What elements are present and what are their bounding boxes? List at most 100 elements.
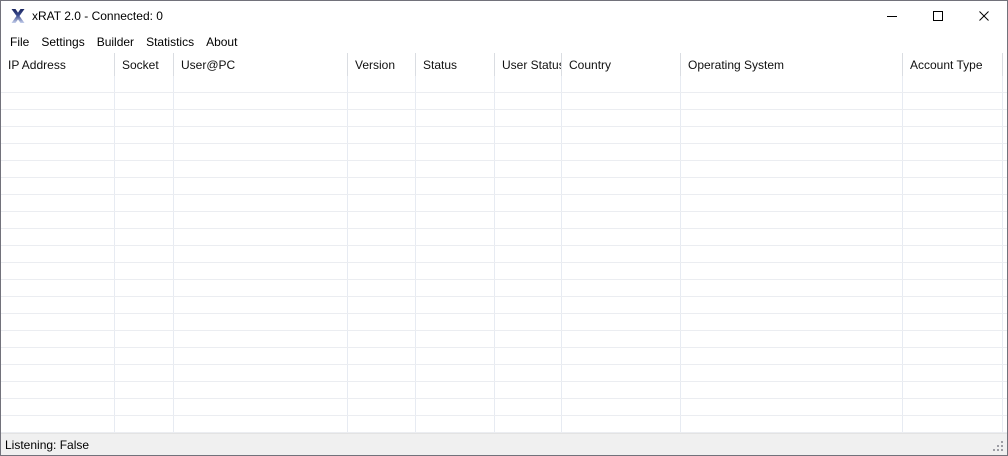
table-cell <box>562 161 681 177</box>
table-cell <box>1 382 115 398</box>
table-cell <box>1 246 115 262</box>
table-cell <box>903 399 1003 415</box>
column-header-country[interactable]: Country <box>562 53 681 76</box>
table-cell <box>562 348 681 364</box>
table-cell <box>562 263 681 279</box>
table-cell <box>174 416 348 432</box>
table-cell <box>174 229 348 245</box>
table-cell <box>903 297 1003 313</box>
x-logo-icon <box>10 8 26 24</box>
table-cell <box>1 144 115 160</box>
menu-item-builder[interactable]: Builder <box>91 31 140 53</box>
table-cell <box>348 246 416 262</box>
table-cell <box>416 382 495 398</box>
table-cell <box>416 399 495 415</box>
table-cell <box>115 365 174 381</box>
column-header-socket[interactable]: Socket <box>115 53 174 76</box>
table-cell <box>416 161 495 177</box>
table-cell <box>903 280 1003 296</box>
table-cell <box>562 416 681 432</box>
table-cell <box>416 416 495 432</box>
table-cell <box>174 297 348 313</box>
table-cell <box>416 348 495 364</box>
table-cell <box>562 297 681 313</box>
table-cell <box>416 195 495 211</box>
minimize-button[interactable] <box>869 1 915 31</box>
table-row <box>1 178 1007 195</box>
table-cell <box>681 365 903 381</box>
table-cell <box>348 110 416 126</box>
table-cell <box>174 178 348 194</box>
table-cell <box>681 382 903 398</box>
table-cell <box>681 280 903 296</box>
table-cell <box>495 348 562 364</box>
close-button[interactable] <box>961 1 1007 31</box>
maximize-button[interactable] <box>915 1 961 31</box>
table-row <box>1 280 1007 297</box>
title-bar: xRAT 2.0 - Connected: 0 <box>1 1 1007 31</box>
table-cell <box>174 399 348 415</box>
menu-item-file[interactable]: File <box>4 31 35 53</box>
table-cell <box>174 195 348 211</box>
table-cell <box>562 382 681 398</box>
table-cell <box>681 399 903 415</box>
table-cell <box>416 314 495 330</box>
table-cell <box>681 246 903 262</box>
window-controls <box>869 1 1007 31</box>
table-cell <box>1 178 115 194</box>
table-cell <box>115 110 174 126</box>
table-cell <box>681 178 903 194</box>
table-cell <box>115 348 174 364</box>
table-cell <box>174 110 348 126</box>
table-row <box>1 229 1007 246</box>
table-cell <box>416 76 495 92</box>
table-cell <box>495 195 562 211</box>
table-cell <box>174 93 348 109</box>
table-cell <box>174 348 348 364</box>
menu-item-statistics[interactable]: Statistics <box>140 31 200 53</box>
table-row <box>1 382 1007 399</box>
table-cell <box>348 93 416 109</box>
table-cell <box>1 297 115 313</box>
table-cell <box>903 127 1003 143</box>
table-cell <box>903 246 1003 262</box>
table-row <box>1 144 1007 161</box>
table-cell <box>1 348 115 364</box>
table-cell <box>348 365 416 381</box>
table-row <box>1 365 1007 382</box>
column-header-account-type[interactable]: Account Type <box>903 53 1003 76</box>
column-header-status[interactable]: Status <box>416 53 495 76</box>
table-body <box>1 76 1007 433</box>
table-header-row: IP Address Socket User@PC Version Status User… <box>1 53 1007 76</box>
table-cell <box>562 246 681 262</box>
menu-item-settings[interactable]: Settings <box>35 31 90 53</box>
column-header-user-pc[interactable]: User@PC <box>174 53 348 76</box>
table-cell <box>174 76 348 92</box>
table-row <box>1 348 1007 365</box>
window-title: xRAT 2.0 - Connected: 0 <box>32 9 163 23</box>
table-cell <box>115 212 174 228</box>
menu-item-about[interactable]: About <box>200 31 243 53</box>
table-cell <box>1 399 115 415</box>
table-cell <box>416 246 495 262</box>
table-cell <box>903 348 1003 364</box>
column-header-ip-address[interactable]: IP Address <box>1 53 115 76</box>
status-bar: Listening: False <box>1 433 1007 455</box>
table-row <box>1 314 1007 331</box>
table-cell <box>416 178 495 194</box>
resize-grip-icon[interactable] <box>993 441 1005 453</box>
table-cell <box>174 365 348 381</box>
close-icon <box>979 11 989 21</box>
table-cell <box>495 212 562 228</box>
table-cell <box>1 110 115 126</box>
table-cell <box>1 229 115 245</box>
table-cell <box>681 314 903 330</box>
table-cell <box>903 365 1003 381</box>
table-cell <box>1 314 115 330</box>
table-cell <box>416 212 495 228</box>
column-header-user-status[interactable]: User Status <box>495 53 562 76</box>
column-header-operating-system[interactable]: Operating System <box>681 53 903 76</box>
table-cell <box>903 229 1003 245</box>
table-cell <box>174 382 348 398</box>
column-header-version[interactable]: Version <box>348 53 416 76</box>
